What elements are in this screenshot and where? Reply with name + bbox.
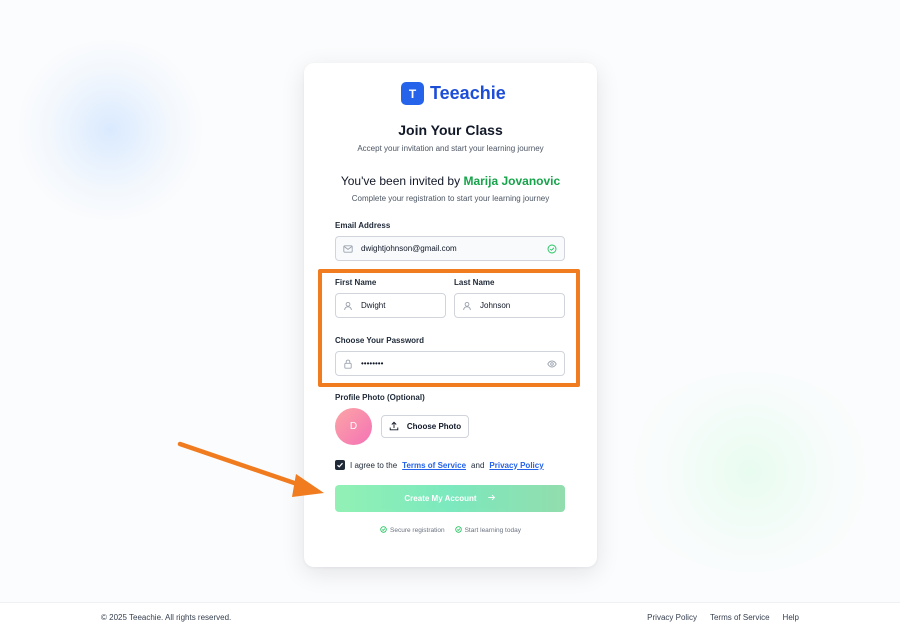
footer-link-help[interactable]: Help [783,613,799,622]
copyright-text: © 2025 Teeachie. All rights reserved. [101,613,232,622]
footer-links: Privacy Policy Terms of Service Help [647,613,799,622]
page-footer: © 2025 Teeachie. All rights reserved. Pr… [0,602,900,632]
annotation-arrow-icon [177,441,324,497]
footer-link-privacy-policy[interactable]: Privacy Policy [647,613,697,622]
footer-link-terms-of-service[interactable]: Terms of Service [710,613,770,622]
